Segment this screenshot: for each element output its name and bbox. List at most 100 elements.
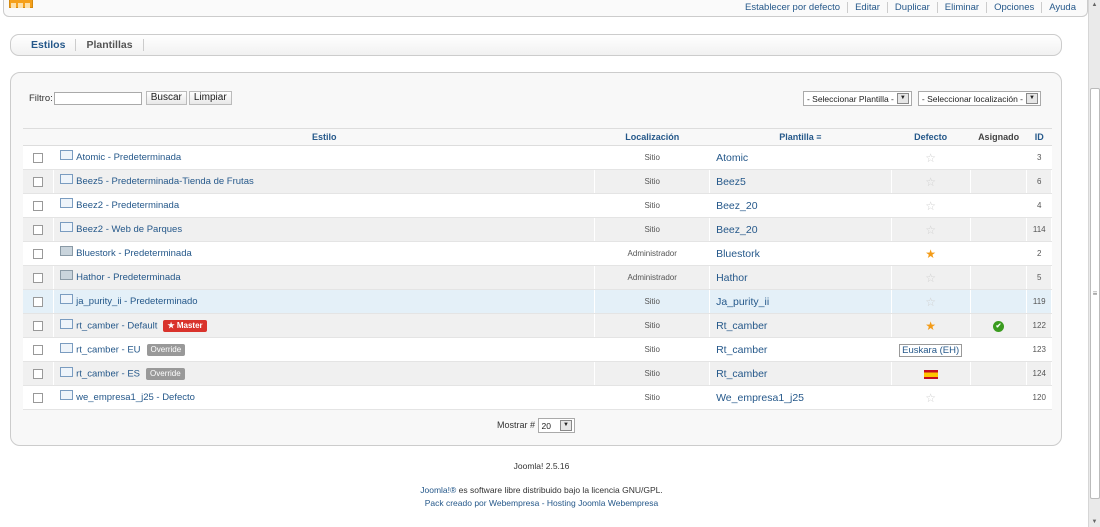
row-checkbox[interactable] [33,272,44,283]
template-thumbnail-icon[interactable] [60,390,74,401]
toolbar-button-eliminar[interactable]: Eliminar [936,1,986,13]
template-thumbnail-icon[interactable] [60,174,74,185]
joomla-link[interactable]: Joomla!® [420,485,456,495]
estilo-cell: we_empresa1_j25 - Defecto [53,385,596,410]
col-defecto[interactable]: Defecto [891,128,971,146]
default-cell: Euskara (EH) [891,337,971,362]
template-thumbnail-icon[interactable] [60,318,74,329]
id-cell: 120 [1026,385,1052,410]
template-thumbnail-icon[interactable] [60,198,74,209]
toolbar-button-establecer-por-defecto[interactable]: Establecer por defecto [738,2,847,13]
row-checkbox[interactable] [33,152,44,163]
star-outline-icon[interactable]: ☆ [925,391,936,405]
table-header: Estilo Localización Plantilla ≡ Defecto … [23,128,1052,146]
table-row: we_empresa1_j25 - Defecto Sitio We_empresa… [23,385,1052,410]
spain-flag-icon[interactable] [923,369,938,379]
location-cell: Sitio [594,217,711,242]
template-link[interactable]: Rt_camber [716,344,767,356]
language-default[interactable]: Euskara (EH) [899,344,963,357]
template-select[interactable]: - Seleccionar Plantilla - ▼ [802,91,912,106]
id-cell: 3 [1026,145,1052,170]
style-link[interactable]: Beez2 - Web de Parques [76,224,182,235]
row-checkbox[interactable] [33,296,44,307]
template-thumbnail-icon[interactable] [60,270,74,281]
template-link[interactable]: Ja_purity_ii [716,296,769,308]
template-link[interactable]: Rt_camber [716,368,767,380]
row-checkbox[interactable] [33,344,44,355]
template-thumbnail-icon[interactable] [60,150,74,161]
template-link[interactable]: Beez_20 [716,200,757,212]
row-checkbox[interactable] [33,392,44,403]
dropdown-arrow-icon: ▼ [1026,93,1038,104]
estilo-cell: Beez5 - Predeterminada-Tienda de Frutas [53,169,596,194]
template-thumbnail-icon[interactable] [60,246,74,257]
style-link[interactable]: Atomic - Predeterminada [76,152,181,163]
table-row: rt_camber - EU Override Sitio Rt_camber Eusk… [23,337,1052,362]
vertical-scrollbar[interactable]: ▲ ≡ ▼ [1088,0,1100,527]
scroll-down-icon[interactable]: ▼ [1089,517,1100,527]
style-link[interactable]: Beez2 - Predeterminada [76,200,179,211]
template-cell: Rt_camber [709,337,892,362]
style-link[interactable]: Beez5 - Predeterminada-Tienda de Frutas [76,176,254,187]
star-outline-icon[interactable]: ☆ [925,223,936,237]
limit-select[interactable]: 20 ▼ [537,418,575,433]
row-checkbox-cell [23,265,55,290]
row-checkbox-cell [23,385,55,410]
col-localizacion[interactable]: Localización [594,128,710,146]
row-checkbox[interactable] [33,368,44,379]
style-link[interactable]: rt_camber - ES [76,368,140,379]
style-link[interactable]: rt_camber - EU [76,344,140,355]
col-asignado: Asignado [970,128,1027,146]
star-outline-icon[interactable]: ☆ [925,295,936,309]
template-thumbnail-icon[interactable] [60,222,74,233]
row-checkbox[interactable] [33,176,44,187]
style-link[interactable]: Hathor - Predeterminada [76,272,181,283]
style-link[interactable]: we_empresa1_j25 - Defecto [76,392,195,403]
star-outline-icon[interactable]: ☆ [925,175,936,189]
row-checkbox[interactable] [33,320,44,331]
tab-estilos[interactable]: Estilos [21,39,77,51]
template-thumbnail-icon[interactable] [60,366,74,377]
star-outline-icon[interactable]: ☆ [925,271,936,285]
default-cell: ☆ [891,169,971,194]
col-estilo[interactable]: Estilo [53,128,595,146]
style-link[interactable]: Bluestork - Predeterminada [76,248,192,259]
col-plantilla[interactable]: Plantilla ≡ [709,128,892,146]
template-link[interactable]: Atomic [716,152,748,164]
template-thumbnail-icon[interactable] [60,342,74,353]
table-row: Beez5 - Predeterminada-Tienda de Frutas S… [23,169,1052,194]
template-link[interactable]: Rt_camber [716,320,767,332]
template-link[interactable]: Beez_20 [716,224,757,236]
assigned-cell [970,193,1028,218]
template-link[interactable]: We_empresa1_j25 [716,392,804,404]
toolbar-button-duplicar[interactable]: Duplicar [886,1,937,13]
template-link[interactable]: Beez5 [716,176,746,188]
toolbar-button-ayuda[interactable]: Ayuda [1041,1,1083,13]
search-button[interactable]: Buscar [145,91,187,105]
star-outline-icon[interactable]: ☆ [925,199,936,213]
col-id[interactable]: ID [1026,128,1052,146]
component-logo-icon [9,0,33,8]
style-link[interactable]: ja_purity_ii - Predeterminado [76,296,197,307]
filter-input[interactable] [53,91,142,105]
row-checkbox[interactable] [33,248,44,259]
star-icon: ★ [167,320,175,330]
badge-label: Override [150,368,181,378]
webempresa-link[interactable]: Pack creado por Webempresa - Hosting Joo… [425,498,659,508]
clear-button[interactable]: Limpiar [188,91,232,105]
row-checkbox[interactable] [33,200,44,211]
template-thumbnail-icon[interactable] [60,294,74,305]
estilo-cell: ja_purity_ii - Predeterminado [53,289,596,314]
style-link[interactable]: rt_camber - Default [76,320,157,331]
tab-plantillas[interactable]: Plantillas [76,39,144,51]
location-select[interactable]: - Seleccionar localización - ▼ [917,91,1041,106]
template-link[interactable]: Bluestork [716,248,760,260]
row-checkbox[interactable] [33,224,44,235]
star-outline-icon[interactable]: ☆ [925,151,936,165]
template-link[interactable]: Hathor [716,272,748,284]
toolbar-button-opciones[interactable]: Opciones [986,1,1041,13]
toolbar-button-editar[interactable]: Editar [847,1,887,13]
assigned-cell [970,337,1028,362]
scroll-up-icon[interactable]: ▲ [1089,0,1100,10]
scroll-thumb[interactable]: ≡ [1090,88,1100,499]
